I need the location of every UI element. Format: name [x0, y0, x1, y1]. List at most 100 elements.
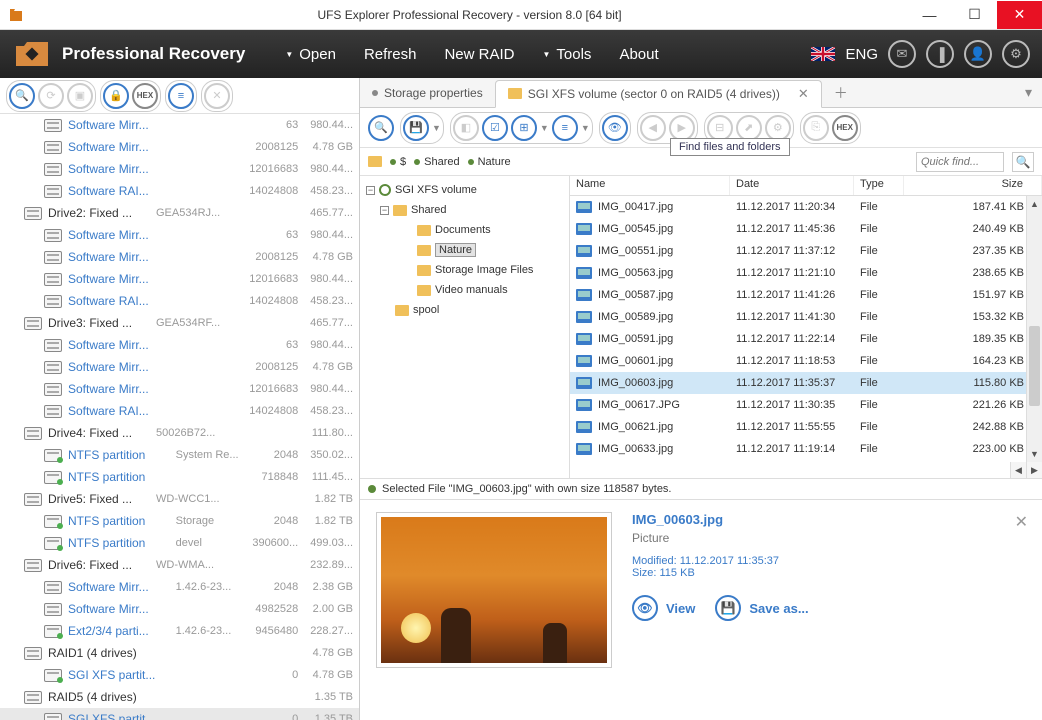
tabs-menu-icon[interactable]: ▾ — [1015, 84, 1042, 101]
drive-row[interactable]: Software Mirr... 2008125 4.78 GB — [0, 246, 359, 268]
checklist-icon[interactable]: ☑ — [482, 115, 508, 141]
scan-icon[interactable]: 🔍 — [9, 83, 35, 109]
drive-row[interactable]: Software Mirr... 2008125 4.78 GB — [0, 136, 359, 158]
file-row[interactable]: IMG_00601.jpg 11.12.2017 11:18:53 File 1… — [570, 350, 1042, 372]
file-row[interactable]: IMG_00545.jpg 11.12.2017 11:45:36 File 2… — [570, 218, 1042, 240]
filter-icon[interactable]: ◧ — [453, 115, 479, 141]
drive-row[interactable]: Software Mirr... 12016683 980.44... — [0, 378, 359, 400]
user-icon[interactable]: 👤 — [964, 40, 992, 68]
drive-row[interactable]: Drive4: Fixed ... 50026B72... 111.80... — [0, 422, 359, 444]
drive-row[interactable]: Drive5: Fixed ... WD-WCC1... 1.82 TB — [0, 488, 359, 510]
folder-logo-icon — [12, 36, 52, 72]
lock-icon[interactable]: 🔒 — [103, 83, 129, 109]
language-label[interactable]: ENG — [845, 46, 878, 63]
scrollbar-vertical[interactable]: ▲ ▼ — [1026, 196, 1042, 462]
gear-icon[interactable]: ⚙ — [765, 115, 791, 141]
find-icon[interactable]: 👁 — [602, 115, 628, 141]
drive-row[interactable]: Software Mirr... 12016683 980.44... — [0, 268, 359, 290]
drive-row[interactable]: Drive6: Fixed ... WD-WMA... 232.89... — [0, 554, 359, 576]
remove-icon[interactable]: ✕ — [204, 83, 230, 109]
bc-shared[interactable]: Shared — [414, 156, 459, 168]
file-rows[interactable]: IMG_00417.jpg 11.12.2017 11:20:34 File 1… — [570, 196, 1042, 478]
drive-row[interactable]: RAID5 (4 drives) 1.35 TB — [0, 686, 359, 708]
drive-row[interactable]: Software Mirr... 63 980.44... — [0, 334, 359, 356]
messages-icon[interactable]: ✉ — [888, 40, 916, 68]
forward-icon[interactable]: ▶ — [669, 115, 695, 141]
drive-row[interactable]: SGI XFS partit... 0 4.78 GB — [0, 664, 359, 686]
bc-root[interactable]: $ — [390, 156, 406, 168]
minimize-button[interactable]: — — [907, 1, 952, 29]
drive-row[interactable]: Software Mirr... 2008125 4.78 GB — [0, 356, 359, 378]
drive-row[interactable]: Drive2: Fixed ... GEA534RJ... 465.77... — [0, 202, 359, 224]
tab-close-icon[interactable]: ✕ — [798, 86, 809, 102]
settings-icon[interactable]: ⚙ — [1002, 40, 1030, 68]
file-row[interactable]: IMG_00587.jpg 11.12.2017 11:41:26 File 1… — [570, 284, 1042, 306]
menu-tools[interactable]: ▼Tools — [542, 46, 591, 63]
preview-close-icon[interactable]: ✕ — [1015, 512, 1028, 532]
file-row[interactable]: IMG_00589.jpg 11.12.2017 11:41:30 File 1… — [570, 306, 1042, 328]
save-as-button[interactable]: 💾Save as... — [715, 595, 808, 621]
device-icon[interactable]: ⊟ — [707, 115, 733, 141]
preview-thumbnail — [376, 512, 612, 668]
folder-icon — [508, 88, 522, 99]
folder-tree[interactable]: −SGI XFS volume −Shared Documents Nature… — [360, 176, 570, 478]
file-row[interactable]: IMG_00603.jpg 11.12.2017 11:35:37 File 1… — [570, 372, 1042, 394]
drive-row[interactable]: Drive3: Fixed ... GEA534RF... 465.77... — [0, 312, 359, 334]
list-icon[interactable]: ≡ — [168, 83, 194, 109]
drive-row[interactable]: NTFS partition Storage 2048 1.82 TB — [0, 510, 359, 532]
drive-row[interactable]: Ext2/3/4 parti... 1.42.6-23... 9456480 2… — [0, 620, 359, 642]
quick-find-input[interactable] — [916, 152, 1004, 172]
bc-nature[interactable]: Nature — [468, 156, 511, 168]
status-bar: Selected File "IMG_00603.jpg" with own s… — [360, 478, 1042, 500]
drive-row[interactable]: Software Mirr... 12016683 980.44... — [0, 158, 359, 180]
menu-about[interactable]: About — [619, 46, 658, 63]
tab-volume[interactable]: SGI XFS volume (sector 0 on RAID5 (4 dri… — [495, 80, 822, 108]
nav-arrows[interactable]: ◀▶ — [1010, 462, 1042, 478]
view-button[interactable]: 👁View — [632, 595, 695, 621]
file-row[interactable]: IMG_00633.jpg 11.12.2017 11:19:14 File 2… — [570, 438, 1042, 460]
back-icon[interactable]: ◀ — [640, 115, 666, 141]
brand-text: Professional Recovery — [62, 44, 245, 64]
quick-find-button[interactable]: 🔍 — [1012, 152, 1034, 172]
file-row[interactable]: IMG_00621.jpg 11.12.2017 11:55:55 File 2… — [570, 416, 1042, 438]
drive-row[interactable]: Software RAI... 14024808 458.23... — [0, 400, 359, 422]
maximize-button[interactable]: ☐ — [952, 1, 997, 29]
close-button[interactable]: ✕ — [997, 1, 1042, 29]
drive-row[interactable]: Software Mirr... 4982528 2.00 GB — [0, 598, 359, 620]
drive-row[interactable]: NTFS partition devel 390600... 499.03... — [0, 532, 359, 554]
menu-new-raid[interactable]: New RAID — [444, 46, 514, 63]
grid-icon[interactable]: ⊞ — [511, 115, 537, 141]
drives-panel: 🔍 ⟳ ▣ 🔒 HEX ≡ ✕ Software Mirr... 63 980.… — [0, 78, 360, 720]
file-row[interactable]: IMG_00563.jpg 11.12.2017 11:21:10 File 2… — [570, 262, 1042, 284]
tab-add-button[interactable]: ＋ — [826, 83, 856, 103]
file-columns[interactable]: Name Date Type Size — [570, 176, 1042, 196]
drive-row[interactable]: Software Mirr... 63 980.44... — [0, 224, 359, 246]
file-row[interactable]: IMG_00551.jpg 11.12.2017 11:37:12 File 2… — [570, 240, 1042, 262]
drive-row[interactable]: SGI XFS partit... 0 1.35 TB — [0, 708, 359, 720]
open-drive-icon[interactable]: ▣ — [67, 83, 93, 109]
drive-row[interactable]: Software RAI... 14024808 458.23... — [0, 290, 359, 312]
refresh-drive-icon[interactable]: ⟳ — [38, 83, 64, 109]
scan-icon[interactable]: 🔍 — [368, 115, 394, 141]
drive-list[interactable]: Software Mirr... 63 980.44... Software M… — [0, 114, 359, 720]
drive-row[interactable]: Software Mirr... 1.42.6-23... 2048 2.38 … — [0, 576, 359, 598]
menu-refresh[interactable]: Refresh — [364, 46, 417, 63]
hex-icon[interactable]: HEX — [132, 83, 158, 109]
drive-row[interactable]: NTFS partition 718848 111.45... — [0, 466, 359, 488]
drive-row[interactable]: Software Mirr... 63 980.44... — [0, 114, 359, 136]
drive-row[interactable]: Software RAI... 14024808 458.23... — [0, 180, 359, 202]
preview-pane: ✕ IMG_00603.jpg Picture Modified: 11.12.… — [360, 500, 1042, 720]
menu-open[interactable]: ▼Open — [285, 46, 336, 63]
save-icon[interactable]: 💾 — [403, 115, 429, 141]
drive-row[interactable]: NTFS partition System Re... 2048 350.02.… — [0, 444, 359, 466]
view-icon[interactable]: ≡ — [552, 115, 578, 141]
panel-icon[interactable]: ▐ — [926, 40, 954, 68]
hex-view-icon[interactable]: HEX — [832, 115, 858, 141]
copy-icon[interactable]: ⎘ — [803, 115, 829, 141]
file-row[interactable]: IMG_00617.JPG 11.12.2017 11:30:35 File 2… — [570, 394, 1042, 416]
export-icon[interactable]: ⬈ — [736, 115, 762, 141]
drive-row[interactable]: RAID1 (4 drives) 4.78 GB — [0, 642, 359, 664]
file-row[interactable]: IMG_00591.jpg 11.12.2017 11:22:14 File 1… — [570, 328, 1042, 350]
tab-storage-properties[interactable]: Storage properties — [360, 79, 495, 107]
file-row[interactable]: IMG_00417.jpg 11.12.2017 11:20:34 File 1… — [570, 196, 1042, 218]
